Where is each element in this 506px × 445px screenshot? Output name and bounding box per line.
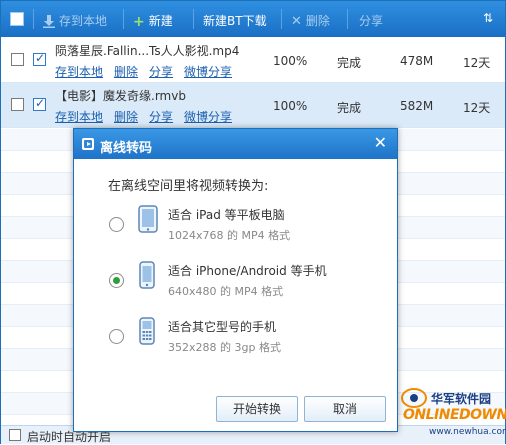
watermark-wordmark: ONLINEDOWN	[403, 407, 506, 423]
option-subtitle: 1024x768 的 MP4 格式	[168, 229, 291, 242]
share-link[interactable]: 分享	[149, 65, 173, 79]
close-icon[interactable]: ✕	[374, 133, 387, 152]
row-selected-checkbox[interactable]	[33, 51, 46, 66]
row-checkbox[interactable]	[11, 53, 24, 66]
share-button[interactable]: 分享	[359, 12, 383, 29]
option-subtitle: 352x288 的 3gp 格式	[168, 341, 281, 354]
transcode-app-icon	[82, 138, 94, 150]
row-selected-checkbox[interactable]	[33, 96, 46, 111]
remaining-days: 12天	[463, 56, 491, 70]
option-iphone-android[interactable]: 适合 iPhone/Android 等手机 640x480 的 MP4 格式	[74, 257, 397, 307]
toolbar-divider	[281, 9, 282, 29]
select-all-checkbox[interactable]	[10, 12, 24, 26]
smartphone-icon	[139, 261, 155, 289]
file-size: 478M	[400, 54, 434, 68]
new-bt-download-button[interactable]: 新建BT下载	[203, 12, 267, 29]
delete-link[interactable]: 删除	[114, 65, 138, 79]
row-checkbox[interactable]	[11, 98, 24, 111]
option-title: 适合其它型号的手机	[168, 320, 277, 334]
delete-button[interactable]: ✕ 删除	[291, 12, 330, 29]
save-download-icon	[43, 15, 55, 28]
toolbar-divider	[193, 9, 194, 29]
status-text: 完成	[337, 101, 362, 115]
option-radio-selected[interactable]	[109, 273, 124, 288]
file-name: 陨落星辰.Fallin...Ts人人影视.mp4	[55, 44, 240, 58]
autostart-checkbox[interactable]	[9, 429, 21, 441]
file-actions: 存到本地 删除 分享 微博分享	[55, 63, 243, 80]
dialog-prompt: 在离线空间里将视频转换为:	[108, 179, 269, 194]
option-other-phone[interactable]: 适合其它型号的手机 352x288 的 3gp 格式	[74, 313, 397, 363]
toolbar-divider	[347, 9, 348, 29]
toolbar-divider	[33, 9, 34, 29]
file-name: 【电影】魔发奇缘.rmvb	[55, 89, 186, 103]
plus-icon: +	[133, 13, 145, 30]
share-link[interactable]: 分享	[149, 110, 173, 124]
remaining-days: 12天	[463, 101, 491, 115]
transcode-dialog: 离线转码 ✕ 在离线空间里将视频转换为: 适合 iPad 等平板电脑 1024x…	[73, 128, 398, 432]
file-row[interactable]: 陨落星辰.Fallin...Ts人人影视.mp4 存到本地删除分享微博分享 10…	[1, 38, 505, 83]
watermark-url: www.newhua.com	[429, 427, 506, 437]
option-subtitle: 640x480 的 MP4 格式	[168, 285, 284, 298]
watermark-emblem-icon	[401, 388, 427, 408]
option-ipad[interactable]: 适合 iPad 等平板电脑 1024x768 的 MP4 格式	[74, 201, 397, 251]
file-size: 582M	[400, 99, 434, 113]
file-actions: 存到本地 删除 分享 微博分享	[55, 108, 243, 125]
dialog-title: 离线转码	[100, 141, 153, 156]
delete-link[interactable]: 删除	[114, 110, 138, 124]
weibo-share-link[interactable]: 微博分享	[184, 65, 232, 79]
toolbar-divider	[123, 9, 124, 29]
start-convert-button[interactable]: 开始转换	[216, 396, 298, 422]
dialog-titlebar[interactable]: 离线转码 ✕	[74, 129, 397, 159]
option-title: 适合 iPhone/Android 等手机	[168, 264, 327, 278]
close-icon: ✕	[291, 14, 302, 29]
progress-value: 100%	[273, 99, 308, 113]
new-task-button[interactable]: + 新建	[133, 12, 173, 30]
feature-phone-icon	[139, 317, 155, 345]
watermark-brand: 华军软件园	[431, 392, 492, 406]
save-local-button[interactable]: 存到本地	[43, 12, 107, 29]
option-radio[interactable]	[109, 329, 124, 344]
option-title: 适合 iPad 等平板电脑	[168, 208, 285, 222]
progress-value: 100%	[273, 54, 308, 68]
toolbar: 存到本地 + 新建 新建BT下载 ✕ 删除 分享 ⇅	[1, 1, 505, 37]
tablet-icon	[138, 205, 158, 233]
status-text: 完成	[337, 56, 362, 70]
sort-arrows-icon[interactable]: ⇅	[483, 11, 493, 25]
save-local-link[interactable]: 存到本地	[55, 110, 103, 124]
weibo-share-link[interactable]: 微博分享	[184, 110, 232, 124]
file-row[interactable]: 【电影】魔发奇缘.rmvb 存到本地删除分享微博分享 100% 完成 582M …	[1, 83, 505, 128]
cancel-button[interactable]: 取消	[304, 396, 386, 422]
watermark-logo: 华军软件园 ONLINEDOWN www.newhua.com	[399, 386, 506, 443]
app-window: 存到本地 +新建 新建BT下载 ✕删除 分享 ⇅ 陨落星辰.Fallin...T…	[0, 0, 506, 444]
save-local-link[interactable]: 存到本地	[55, 65, 103, 79]
option-radio[interactable]	[109, 217, 124, 232]
